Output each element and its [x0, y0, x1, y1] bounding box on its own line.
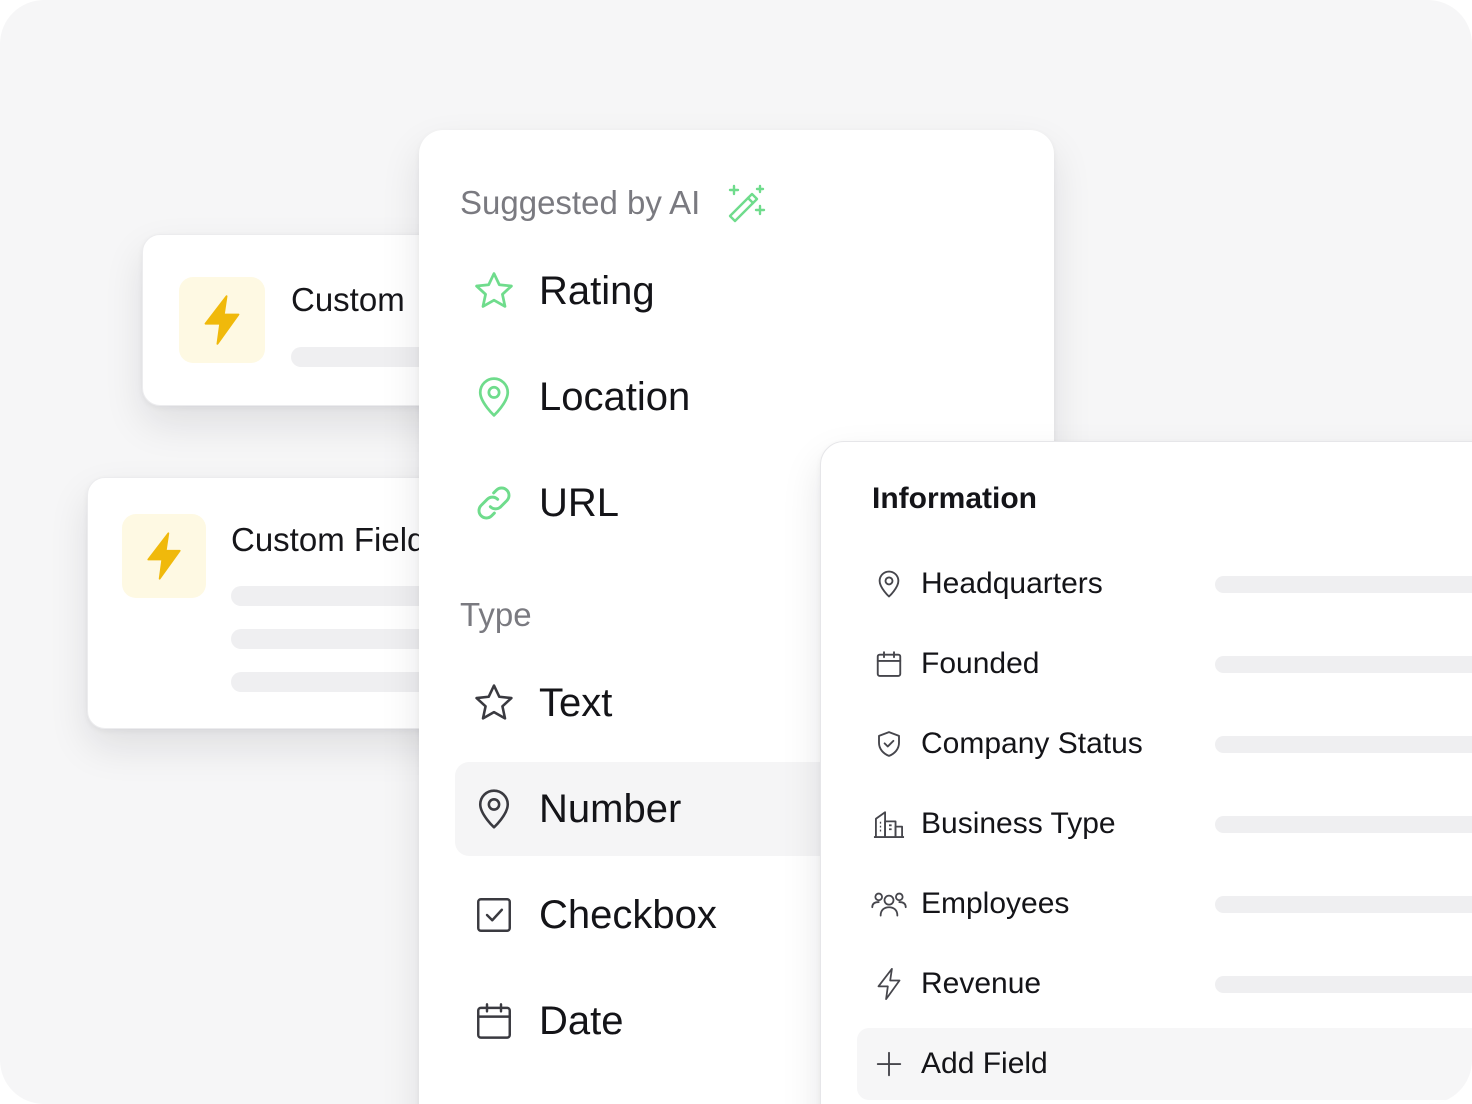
placeholder-value [1215, 815, 1472, 833]
lightning-badge [179, 277, 265, 363]
option-url[interactable]: URL [455, 456, 835, 550]
option-label: Text [539, 680, 613, 725]
info-row-company-status[interactable]: Company Status [857, 708, 1472, 780]
star-icon [475, 684, 513, 720]
option-label: Checkbox [539, 892, 717, 937]
shield-check-icon [878, 731, 900, 757]
option-label: Number [539, 786, 682, 831]
info-row-founded[interactable]: Founded [857, 628, 1472, 700]
placeholder-value [1215, 895, 1472, 913]
map-pin-icon [478, 789, 510, 829]
placeholder-value [1215, 975, 1472, 993]
option-date[interactable]: Date [455, 974, 835, 1068]
option-rating[interactable]: Rating [455, 244, 835, 338]
information-panel: Information Headquarters Founded Company… [820, 441, 1472, 1104]
calendar-icon [477, 1003, 511, 1039]
info-row-headquarters[interactable]: Headquarters [857, 548, 1472, 620]
checkbox-icon [477, 898, 511, 932]
magic-wand-icon [729, 184, 766, 223]
calendar-icon [876, 651, 902, 677]
lightning-icon [147, 532, 181, 580]
ai-section-title: Suggested by AI [460, 184, 701, 221]
lightning-icon [204, 295, 240, 345]
option-checkbox[interactable]: Checkbox [455, 868, 835, 962]
add-field-button[interactable]: Add Field [857, 1028, 1472, 1100]
info-label: Revenue [921, 967, 1042, 1000]
custom-field-title: Custom [291, 281, 405, 318]
placeholder-value [1215, 735, 1472, 753]
info-row-business-type[interactable]: Business Type [857, 788, 1472, 860]
panel-title: Information [872, 482, 1037, 515]
building-icon [873, 811, 905, 838]
lightning-badge [122, 514, 206, 598]
info-label: Company Status [921, 727, 1143, 760]
info-label: Founded [921, 647, 1040, 680]
option-number[interactable]: Number [455, 762, 835, 856]
canvas: Custom Custom Field Suggested by AI Rati… [0, 0, 1472, 1104]
star-icon [475, 272, 513, 308]
info-label: Business Type [921, 807, 1116, 840]
option-label: URL [539, 480, 620, 525]
plus-icon [876, 1051, 902, 1077]
info-row-revenue[interactable]: Revenue [857, 948, 1472, 1020]
placeholder-value [1215, 575, 1472, 593]
ai-section-header: Suggested by AI [460, 182, 768, 224]
add-field-label: Add Field [921, 1047, 1048, 1080]
info-label: Employees [921, 887, 1070, 920]
info-row-employees[interactable]: Employees [857, 868, 1472, 940]
info-label: Headquarters [921, 567, 1103, 600]
option-label: Date [539, 998, 624, 1043]
option-label: Rating [539, 268, 655, 313]
map-pin-icon [478, 377, 510, 417]
option-location[interactable]: Location [455, 350, 835, 444]
placeholder-value [1215, 655, 1472, 673]
lightning-icon [877, 967, 901, 1001]
type-section-title: Type [460, 596, 532, 633]
custom-field-title: Custom Field [231, 521, 426, 558]
option-text[interactable]: Text [455, 656, 835, 750]
users-icon [871, 892, 907, 917]
link-icon [477, 486, 511, 520]
option-label: Location [539, 374, 691, 419]
map-pin-icon [878, 570, 900, 598]
